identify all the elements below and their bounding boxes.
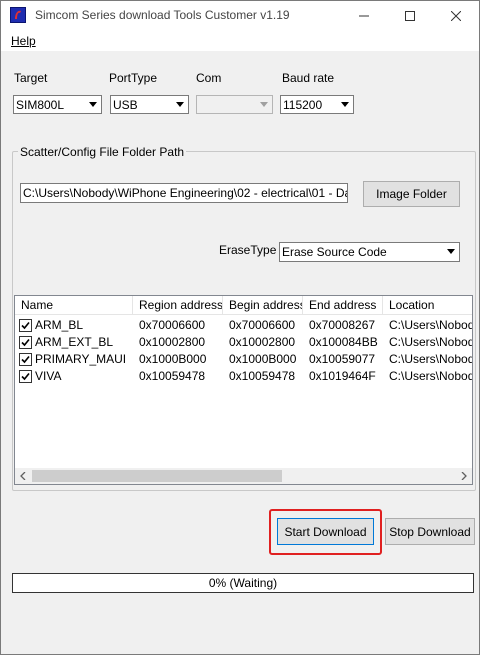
image-folder-button[interactable]: Image Folder	[363, 181, 460, 207]
row-begin: 0x10002800	[229, 335, 296, 349]
stop-download-button[interactable]: Stop Download	[385, 518, 475, 545]
chevron-down-icon	[443, 243, 459, 260]
horizontal-scrollbar[interactable]	[15, 468, 472, 484]
row-begin: 0x10059478	[229, 369, 296, 383]
scatter-group-title: Scatter/Config File Folder Path	[18, 145, 187, 159]
com-select[interactable]	[196, 95, 273, 114]
row-location: C:\Users\Nobody	[389, 352, 472, 366]
chevron-down-icon	[85, 96, 101, 113]
row-location: C:\Users\Nobody	[389, 369, 472, 383]
row-name: ARM_BL	[35, 318, 84, 332]
list-header: Name Region address Begin address End ad…	[15, 296, 472, 315]
erase-type-label: EraseType	[219, 243, 277, 257]
row-region: 0x10059478	[139, 369, 206, 383]
chevron-down-icon	[256, 96, 272, 113]
porttype-select[interactable]: USB	[110, 95, 189, 114]
com-label: Com	[196, 71, 222, 85]
row-end: 0x1019464F	[309, 369, 376, 383]
window-title: Simcom Series download Tools Customer v1…	[35, 8, 290, 22]
maximize-button[interactable]	[387, 1, 433, 31]
column-region-address[interactable]: Region address	[133, 296, 223, 314]
scatter-path-value: C:\Users\Nobody\WiPhone Engineering\02 -…	[23, 186, 348, 200]
column-location[interactable]: Location	[383, 296, 472, 314]
column-end-address[interactable]: End address	[303, 296, 383, 314]
progress-text: 0% (Waiting)	[208, 576, 278, 590]
target-value: SIM800L	[16, 98, 65, 112]
row-name: ARM_EXT_BL	[35, 335, 114, 349]
menu-bar: Help	[1, 31, 479, 51]
target-select[interactable]: SIM800L	[13, 95, 102, 114]
row-checkbox[interactable]	[19, 336, 32, 349]
baud-rate-value: 115200	[283, 98, 323, 112]
row-location: C:\Users\Nobody	[389, 335, 472, 349]
column-begin-address[interactable]: Begin address	[223, 296, 303, 314]
row-name: VIVA	[35, 369, 62, 383]
chevron-down-icon	[337, 96, 353, 113]
partition-list[interactable]: Name Region address Begin address End ad…	[14, 295, 473, 485]
erase-type-value: Erase Source Code	[282, 245, 387, 259]
porttype-value: USB	[113, 98, 138, 112]
baud-rate-select[interactable]: 115200	[280, 95, 354, 114]
baud-rate-label: Baud rate	[282, 71, 335, 85]
maximize-icon	[405, 11, 415, 21]
start-download-button[interactable]: Start Download	[277, 518, 374, 545]
chevron-left-icon	[20, 472, 26, 480]
close-icon	[451, 11, 461, 21]
row-begin: 0x1000B000	[229, 352, 297, 366]
scroll-left-button[interactable]	[15, 468, 31, 484]
title-bar: Simcom Series download Tools Customer v1…	[1, 1, 479, 31]
close-button[interactable]	[433, 1, 479, 31]
row-end: 0x10059077	[309, 352, 376, 366]
target-label: Target	[14, 71, 48, 85]
scroll-right-button[interactable]	[456, 468, 472, 484]
scatter-path-field[interactable]: C:\Users\Nobody\WiPhone Engineering\02 -…	[20, 183, 348, 203]
row-name: PRIMARY_MAUI	[35, 352, 127, 366]
porttype-label: PortType	[109, 71, 158, 85]
table-row[interactable]: ARM_EXT_BL 0x10002800 0x10002800 0x10008…	[15, 334, 472, 351]
row-end: 0x100084BB	[309, 335, 378, 349]
row-region: 0x10002800	[139, 335, 206, 349]
row-region: 0x70006600	[139, 318, 206, 332]
minimize-icon	[359, 15, 369, 17]
erase-type-select[interactable]: Erase Source Code	[279, 242, 460, 262]
table-row[interactable]: PRIMARY_MAUI 0x1000B000 0x1000B000 0x100…	[15, 351, 472, 368]
row-region: 0x1000B000	[139, 352, 207, 366]
scrollbar-thumb[interactable]	[32, 470, 282, 482]
menu-help-label: Help	[11, 34, 36, 48]
table-row[interactable]: ARM_BL 0x70006600 0x70006600 0x70008267 …	[15, 317, 472, 334]
column-name[interactable]: Name	[15, 296, 133, 314]
progress-bar: 0% (Waiting)	[12, 573, 474, 593]
table-row[interactable]: VIVA 0x10059478 0x10059478 0x1019464F C:…	[15, 368, 472, 385]
chevron-right-icon	[461, 472, 467, 480]
minimize-button[interactable]	[341, 1, 387, 31]
app-window: Simcom Series download Tools Customer v1…	[0, 0, 480, 655]
row-checkbox[interactable]	[19, 353, 32, 366]
app-icon	[10, 7, 26, 23]
row-checkbox[interactable]	[19, 319, 32, 332]
row-location: C:\Users\Nobody	[389, 318, 472, 332]
row-end: 0x70008267	[309, 318, 376, 332]
chevron-down-icon	[172, 96, 188, 113]
row-begin: 0x70006600	[229, 318, 296, 332]
row-checkbox[interactable]	[19, 370, 32, 383]
menu-help[interactable]: Help	[11, 34, 36, 48]
